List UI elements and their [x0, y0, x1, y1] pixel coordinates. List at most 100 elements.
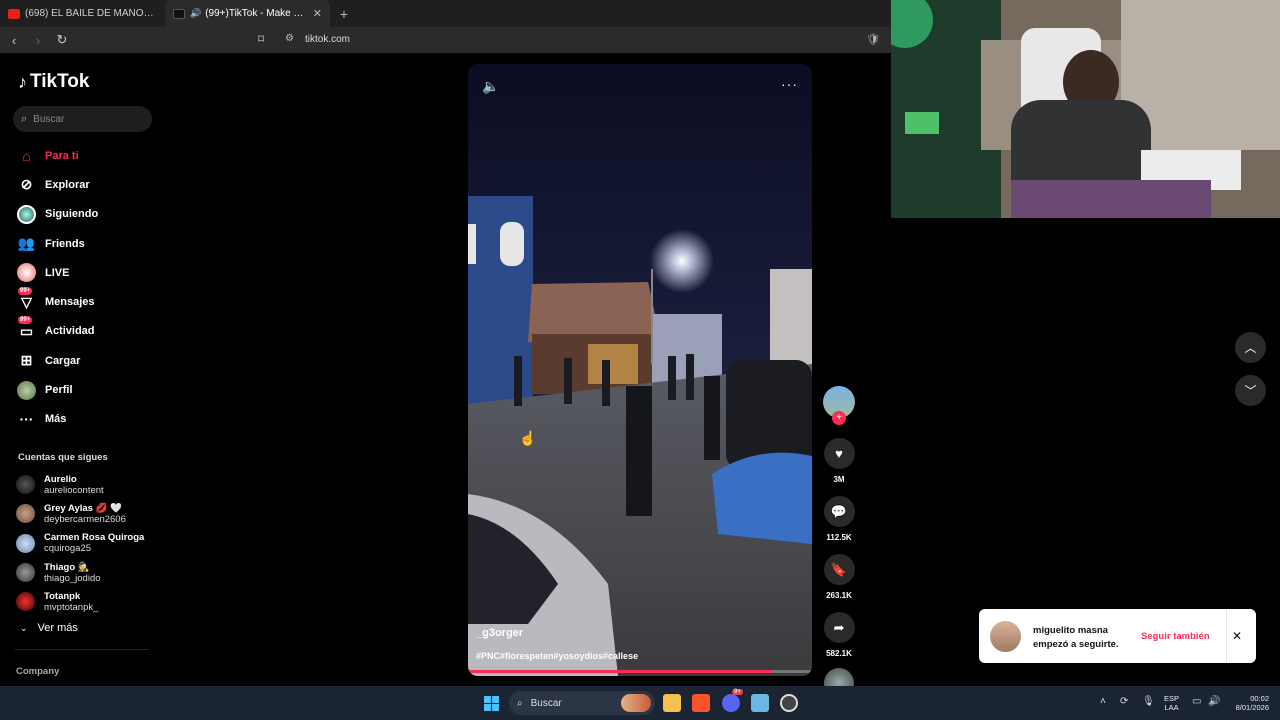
list-item[interactable]: Grey Aylas 💋 🤍 deybercarmen2606 — [16, 499, 161, 528]
search-input[interactable]: ⌕ Buscar — [13, 106, 152, 132]
notification-message: miguelito masna empezó a seguirte. — [1033, 625, 1119, 650]
site-info-icon[interactable]: ⚙ — [285, 33, 294, 44]
taskbar-search[interactable]: ⌕ Buscar — [509, 691, 655, 715]
microphone-icon[interactable]: 🎙 — [1142, 696, 1155, 707]
follow-plus-icon[interactable]: + — [832, 411, 846, 425]
lang-secondary: LAA — [1164, 703, 1179, 712]
following-list: Aurelio aureliocontent Grey Aylas 💋 🤍 deyb… — [16, 470, 161, 616]
creator-avatar[interactable]: + — [823, 386, 855, 425]
obs-icon[interactable] — [780, 694, 798, 712]
nav-label: Actividad — [45, 325, 95, 338]
reload-icon[interactable]: ↻ — [52, 32, 72, 48]
video-hashtags[interactable]: #PNC#florespeten#yosoydios#callese — [476, 651, 638, 661]
main-nav: ⌂ Para ti ⊘ Explorar Siguiendo 👥 Friends… — [16, 141, 156, 434]
nav-item-perfil[interactable]: Perfil — [16, 375, 156, 404]
brand-name: TikTok — [30, 71, 90, 92]
nav-item-live[interactable]: LIVE — [16, 258, 156, 287]
brave-browser-icon[interactable] — [692, 694, 710, 712]
account-name: Thiago 🕵 — [44, 561, 90, 573]
nav-label: Siguiendo — [45, 208, 99, 221]
account-username: thiago_jodido — [44, 572, 101, 584]
close-tab-icon[interactable]: ✕ — [313, 7, 322, 20]
speaker-icon[interactable]: 🔊 — [190, 8, 201, 19]
avatar — [16, 533, 35, 553]
nav-label: Explorar — [45, 178, 90, 191]
heart-icon: ♥ — [823, 438, 855, 469]
video-player[interactable]: 🔈 ··· _g3orger #PNC#florespeten#yosoydio… — [468, 64, 812, 676]
nav-item-mensajes[interactable]: ▽ 99+ Mensajes — [16, 286, 156, 316]
sync-icon[interactable]: ⟳ — [1120, 696, 1128, 707]
nav-item-para-ti[interactable]: ⌂ Para ti — [16, 141, 156, 170]
back-icon[interactable]: ‹ — [4, 33, 24, 48]
activity-icon: ▭ 99+ — [18, 315, 34, 339]
save-button[interactable]: 🔖 263.1K — [820, 554, 858, 600]
address-bar: ‹ › ↻ ⌑ ⚙ tiktok.com 🛡 — [0, 27, 891, 53]
chevron-up-icon[interactable]: ˄ — [1100, 696, 1106, 707]
language-indicator[interactable]: ESP LAA — [1164, 694, 1179, 712]
tab-title: (99+)TikTok - Make Your Day — [205, 8, 307, 19]
video-author[interactable]: _g3orger — [476, 627, 523, 639]
brave-shield-icon[interactable]: 🛡 — [866, 33, 880, 46]
nav-item-explorar[interactable]: ⊘ Explorar — [16, 170, 156, 199]
url-field[interactable]: tiktok.com — [305, 34, 350, 45]
network-icon[interactable]: ▭ — [1192, 696, 1201, 707]
nav-item-siguiendo[interactable]: Siguiendo — [16, 200, 156, 229]
divider — [14, 649, 149, 650]
search-icon: ⌕ — [21, 112, 28, 125]
video-actions: + ♥ 3M 💬 112.5K 🔖 263.1K ➦ 582.1K — [820, 386, 858, 698]
list-item[interactable]: Thiago 🕵 thiago_jodido — [16, 558, 161, 587]
nav-item-actividad[interactable]: ▭ 99+ Actividad — [16, 315, 156, 346]
list-item[interactable]: Totanpk mvptotanpk_ — [16, 587, 161, 616]
nav-item-friends[interactable]: 👥 Friends — [16, 229, 156, 258]
monitor-app-icon[interactable] — [751, 694, 769, 712]
account-username: cquiroga25 — [44, 543, 92, 555]
avatar — [16, 475, 35, 495]
tab-tiktok[interactable]: 🔊 (99+)TikTok - Make Your Day ✕ — [165, 0, 330, 27]
company-link[interactable]: Company — [16, 666, 59, 677]
badge: 99+ — [18, 315, 33, 324]
close-icon[interactable]: ✕ — [1232, 629, 1242, 643]
like-button[interactable]: ♥ 3M — [820, 438, 858, 484]
lang-primary: ESP — [1164, 694, 1180, 703]
see-more-button[interactable]: ⌄ Ver más — [20, 622, 78, 634]
follow-back-button[interactable]: Seguir también — [1141, 631, 1210, 642]
volume-icon[interactable]: 🔈 — [482, 78, 499, 95]
volume-icon[interactable]: 🔊 — [1208, 696, 1220, 707]
list-item[interactable]: Carmen Rosa Quiroga cquiroga25 — [16, 529, 161, 558]
tiktok-icon — [173, 8, 185, 19]
tab-youtube[interactable]: (698) EL BAILE DE MANOLITO #viral — [0, 0, 165, 27]
windows-start-icon[interactable] — [484, 696, 499, 711]
search-placeholder: Buscar — [33, 113, 65, 125]
next-video-button[interactable]: ﹀ — [1235, 375, 1266, 406]
chevron-down-icon: ⌄ — [20, 622, 28, 633]
tab-title: (698) EL BAILE DE MANOLITO #viral — [25, 8, 157, 19]
account-username: mvptotanpk_ — [44, 601, 99, 613]
video-progress-fill — [468, 670, 771, 673]
comment-button[interactable]: 💬 112.5K — [820, 496, 858, 542]
video-progress-bar[interactable] — [468, 670, 812, 673]
webcam-image — [891, 0, 1280, 218]
nav-item-mas[interactable]: ··· Más — [16, 405, 156, 434]
avatar — [16, 504, 35, 524]
account-name: Grey Aylas 💋 🤍 — [44, 502, 122, 514]
more-options-icon[interactable]: ··· — [781, 76, 798, 92]
share-icon: ➦ — [823, 612, 855, 643]
live-icon — [16, 262, 37, 283]
bookmark-icon[interactable]: ⌑ — [258, 32, 264, 46]
list-item[interactable]: Aurelio aureliocontent — [16, 470, 161, 499]
nav-item-cargar[interactable]: ⊞ Cargar — [16, 346, 156, 375]
forward-icon[interactable]: › — [28, 33, 48, 48]
compass-icon: ⊘ — [20, 176, 33, 193]
clock[interactable]: 00:02 8/01/2026 — [1229, 694, 1269, 712]
previous-video-button[interactable]: ︿ — [1235, 332, 1266, 363]
new-tab-button[interactable]: + — [334, 6, 354, 22]
avatar — [16, 563, 35, 583]
chevron-down-icon: ﹀ — [1244, 384, 1257, 398]
discord-icon[interactable]: 9+ — [722, 689, 743, 712]
tiktok-logo[interactable]: ♪ TikTok — [18, 71, 89, 93]
webcam-overlay — [891, 0, 1280, 218]
comment-count: 112.5K — [826, 533, 852, 542]
account-name: Totanpk — [44, 590, 81, 602]
share-button[interactable]: ➦ 582.1K — [820, 612, 858, 658]
file-explorer-icon[interactable] — [663, 694, 681, 712]
